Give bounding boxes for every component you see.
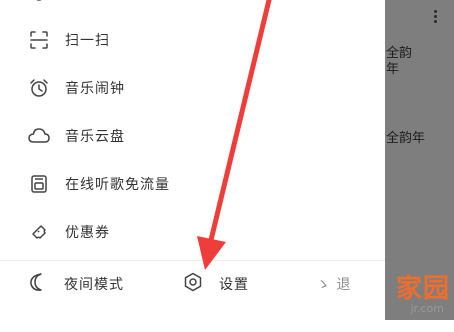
settings-hexagon-icon (183, 272, 203, 296)
night-mode-label: 夜间模式 (64, 277, 124, 293)
drawer-item-label: 音乐闹钟 (65, 81, 125, 97)
data-card-icon (28, 173, 50, 195)
background-list-text: 年 (386, 62, 400, 77)
settings-button[interactable]: 设置 (183, 270, 249, 298)
coupon-icon (28, 221, 50, 243)
background-list-text: 全韵年 (386, 131, 426, 146)
drawer-item-free-data[interactable]: 在线听歌免流量 (28, 170, 170, 198)
drawer-item-alarm[interactable]: 音乐闹钟 (28, 74, 125, 102)
drawer-item-coupon[interactable]: 优惠券 (28, 218, 110, 246)
drawer-item-partial[interactable] (28, 0, 50, 16)
alarm-clock-icon (28, 77, 50, 99)
partial-icon (28, 0, 50, 13)
drawer-item-label: 在线听歌免流量 (65, 177, 170, 193)
moon-icon (28, 272, 48, 296)
watermark-logo-text: 家园 (395, 274, 450, 304)
night-mode-button[interactable]: 夜间模式 (28, 270, 124, 298)
divider (0, 260, 385, 261)
drawer-item-scan[interactable]: 扫一扫 (28, 26, 110, 54)
cloud-icon (28, 125, 50, 147)
background-list-text: 全韵 (386, 46, 413, 61)
site-watermark: 家园 jr.com (344, 260, 454, 320)
side-drawer: 扫一扫 音乐闹钟 音乐云盘 在线听歌免流量 优惠券 夜间模式 设置 ゝ 退 (0, 0, 385, 332)
drawer-item-label: 音乐云盘 (65, 129, 125, 145)
drawer-item-cloud[interactable]: 音乐云盘 (28, 122, 125, 150)
settings-label: 设置 (219, 277, 249, 293)
more-vertical-icon[interactable] (434, 10, 438, 26)
scan-icon (28, 29, 50, 51)
drawer-item-label: 扫一扫 (65, 33, 110, 49)
watermark-url: jr.com (410, 302, 444, 315)
drawer-item-label: 优惠券 (65, 225, 110, 241)
